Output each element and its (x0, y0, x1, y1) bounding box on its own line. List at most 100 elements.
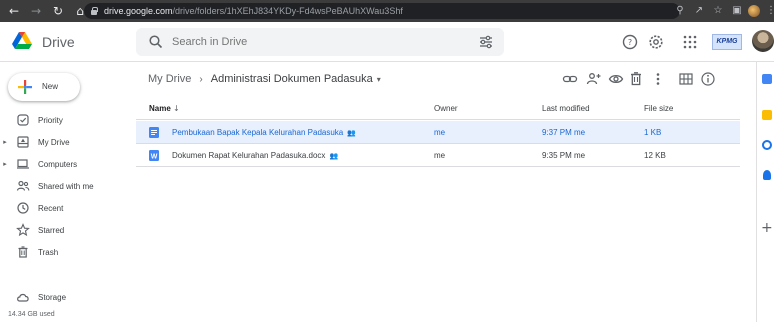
drive-logo-icon[interactable] (12, 32, 32, 50)
share-icon[interactable]: ↗ (691, 3, 707, 19)
sidebar-item-priority[interactable]: Priority (0, 109, 128, 131)
bookmark-star-icon[interactable]: ☆ (710, 3, 726, 19)
forward-arrow-icon[interactable]: → (28, 3, 44, 19)
sidebar-item-recent[interactable]: Recent (0, 197, 128, 219)
shared-with-me-icon (16, 180, 30, 191)
file-name-text: Pembukaan Bapak Kepala Kelurahan Padasuk… (172, 128, 344, 137)
sidebar-item-label: Computers (38, 159, 78, 169)
sort-arrow-down-icon[interactable]: ↓ (173, 104, 180, 113)
shared-people-icon: 👥 (347, 129, 356, 137)
file-name[interactable]: Dokumen Rapat Kelurahan Padasuka.docx 👥 (172, 151, 338, 160)
new-button[interactable]: New (8, 73, 80, 101)
get-addons-plus-icon[interactable]: + (761, 220, 773, 236)
sidebar-item-label: Storage (38, 292, 67, 302)
sidebar-item-label: Shared with me (38, 181, 94, 191)
grid-view-icon[interactable] (678, 71, 694, 87)
tasks-addon-icon[interactable] (762, 140, 772, 150)
search-icon[interactable] (148, 34, 164, 50)
file-last-modified: 9:35 PM me (542, 151, 586, 160)
back-arrow-icon[interactable]: ← (6, 3, 22, 19)
lock-icon[interactable] (90, 7, 98, 15)
get-link-icon[interactable] (562, 71, 578, 87)
sidebar-item-computers[interactable]: ▸ Computers (0, 153, 128, 175)
sidebar-item-label: Priority (38, 115, 63, 125)
priority-icon (17, 114, 29, 126)
file-name-text: Dokumen Rapat Kelurahan Padasuka.docx (172, 151, 326, 160)
zoom-icon[interactable]: ⚲ (672, 3, 688, 19)
column-header-name[interactable]: Name ↓ (149, 104, 180, 113)
sidebar-item-label: Trash (38, 247, 59, 257)
side-panel-rail: + (756, 62, 774, 322)
apps-grid-icon[interactable] (680, 32, 700, 52)
folder-menu-dropdown-icon[interactable]: ▾ (377, 75, 381, 84)
sidebar-item-trash[interactable]: Trash (0, 241, 128, 263)
column-header-last-modified[interactable]: Last modified (542, 104, 590, 113)
new-button-label: New (42, 82, 59, 91)
computers-icon (17, 159, 29, 169)
search-options-icon[interactable] (478, 34, 494, 50)
sidebar-item-my-drive[interactable]: ▸ My Drive (0, 131, 128, 153)
details-info-icon[interactable] (700, 71, 716, 87)
my-drive-icon (17, 136, 29, 148)
table-row[interactable]: W Dokumen Rapat Kelurahan Padasuka.docx 👥… (136, 144, 740, 167)
keep-addon-icon[interactable] (762, 110, 772, 120)
url-host: drive.google.com (104, 6, 173, 16)
profile-avatar-icon[interactable] (748, 5, 760, 17)
search-input[interactable] (172, 34, 472, 50)
column-header-file-size: File size (644, 104, 674, 113)
help-icon[interactable]: ? (620, 32, 640, 52)
sidebar-item-label: Starred (38, 225, 65, 235)
starred-icon (16, 223, 30, 237)
share-person-add-icon[interactable] (586, 71, 602, 87)
expand-caret-icon[interactable]: ▸ (0, 160, 10, 168)
calendar-addon-icon[interactable] (762, 74, 772, 84)
file-size: 1 KB (644, 128, 662, 137)
address-bar[interactable]: drive.google.com/drive/folders/1hXEhJ834… (84, 3, 680, 19)
shared-people-icon: 👥 (329, 152, 339, 160)
sidebar: New Priority ▸ My Drive ▸ Computers Shar… (0, 62, 132, 322)
remove-trash-icon[interactable] (628, 71, 644, 87)
column-header-name-label: Name (149, 104, 171, 113)
new-plus-icon (18, 80, 32, 94)
preview-eye-icon[interactable] (608, 71, 624, 87)
storage-used-text: 14.34 GB used (8, 311, 55, 318)
reload-icon[interactable]: ↻ (50, 3, 66, 19)
google-docs-file-icon (149, 127, 159, 138)
sidebar-item-starred[interactable]: Starred (0, 219, 128, 241)
app-name: Drive (42, 34, 75, 50)
file-size: 12 KB (644, 151, 666, 160)
app-header: Drive ? KPMG (0, 22, 774, 62)
file-owner: me (434, 128, 446, 137)
file-name[interactable]: Pembukaan Bapak Kepala Kelurahan Padasuk… (172, 128, 356, 137)
file-list-header: Name ↓ Owner Last modified File size (136, 96, 740, 120)
user-avatar[interactable] (752, 30, 774, 52)
breadcrumb: My Drive › Administrasi Dokumen Padasuka… (148, 70, 381, 88)
file-last-modified: 9:37 PM me (542, 128, 586, 137)
recent-icon (17, 202, 29, 214)
url-path: /drive/folders/1hXEhJ834YKDy-Fd4wsPeBAUh… (172, 6, 403, 16)
trash-icon (18, 246, 28, 258)
sidebar-item-label: Recent (38, 203, 64, 213)
sidebar-item-label: My Drive (38, 137, 70, 147)
word-docx-file-icon: W (149, 150, 159, 161)
settings-gear-icon[interactable] (646, 32, 666, 52)
search-bar[interactable] (136, 28, 504, 56)
browser-toolbar: ← → ↻ ⌂ drive.google.com/drive/folders/1… (0, 0, 774, 22)
sidebar-item-shared-with-me[interactable]: Shared with me (0, 175, 128, 197)
storage-icon (17, 293, 29, 302)
column-header-owner: Owner (434, 104, 458, 113)
svg-text:W: W (151, 153, 158, 160)
table-row[interactable]: Pembukaan Bapak Kepala Kelurahan Padasuk… (136, 121, 740, 144)
sidebar-item-storage[interactable]: Storage (0, 286, 128, 308)
breadcrumb-root[interactable]: My Drive (148, 73, 191, 85)
side-panel-icon[interactable]: ▣ (729, 3, 745, 19)
browser-menu-icon[interactable]: ⋮ (766, 3, 774, 19)
breadcrumb-current-folder[interactable]: Administrasi Dokumen Padasuka (211, 73, 373, 85)
account-org-badge[interactable]: KPMG (712, 34, 742, 50)
breadcrumb-chevron-icon: › (199, 73, 203, 85)
more-actions-icon[interactable] (650, 71, 666, 87)
svg-text:?: ? (628, 38, 632, 47)
contacts-addon-icon[interactable] (763, 170, 771, 180)
expand-caret-icon[interactable]: ▸ (0, 138, 10, 146)
file-owner: me (434, 151, 446, 160)
